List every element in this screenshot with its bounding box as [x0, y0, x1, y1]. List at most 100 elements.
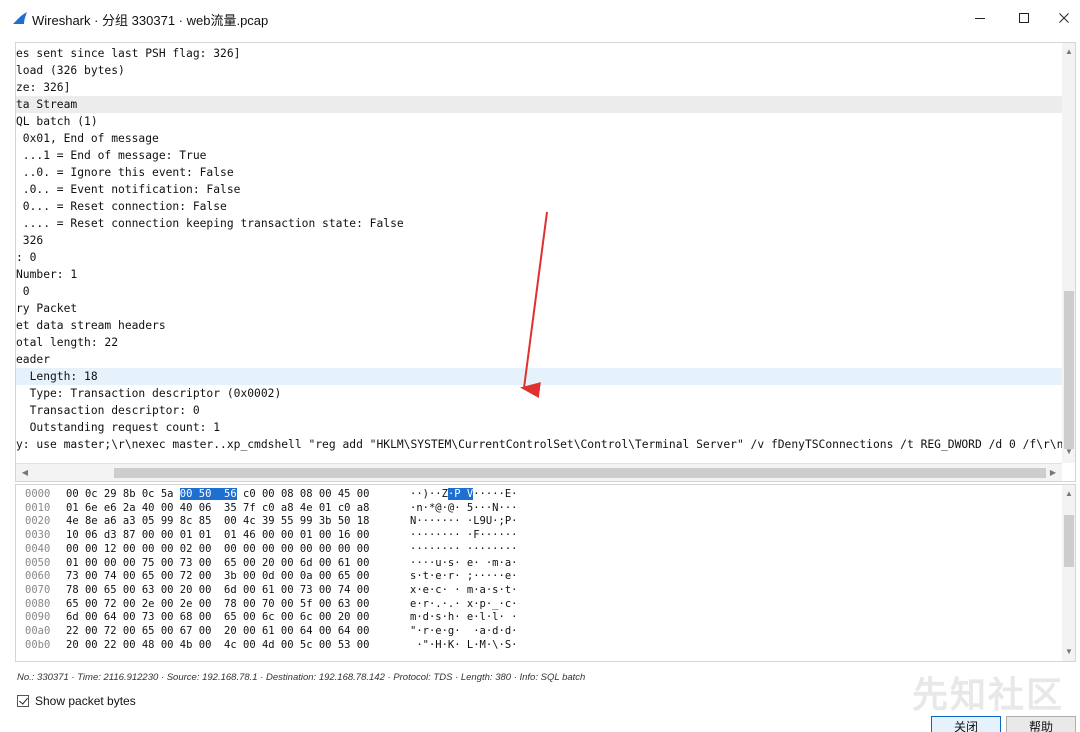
scroll-down-icon[interactable]: ▼	[1062, 445, 1075, 459]
scroll-left-icon[interactable]: ◀	[18, 466, 32, 480]
detail-tree-item[interactable]: Transaction descriptor: 0	[16, 402, 1062, 419]
show-packet-bytes-checkbox[interactable]	[17, 695, 29, 707]
bytes-ascii[interactable]: "·r·e·g· ·a·d·d·	[410, 625, 517, 639]
hex-bytes[interactable]: 20 00 22 00 48 00 4b 00 4c 00 4d 00 5c 0…	[66, 639, 369, 651]
hex-bytes[interactable]: 4e 8e a6 a3 05 99 8c 85 00 4c 39 55 99 3…	[66, 515, 369, 527]
bytes-ascii[interactable]: ····u·s· e· ·m·a·	[410, 557, 517, 571]
bytes-ascii[interactable]: N······· ·L9U·;P·	[410, 515, 517, 529]
bytes-row[interactable]: 00a0 22 00 72 00 65 00 67 00 20 00 61 00 …	[16, 625, 1062, 639]
detail-tree-item[interactable]: ta Stream	[16, 96, 1062, 113]
detail-tree-item[interactable]: ry Packet	[16, 300, 1062, 317]
details-vertical-scroll-thumb[interactable]	[1064, 291, 1074, 449]
detail-tree-item[interactable]: y: use master;\r\nexec master..xp_cmdshe…	[16, 436, 1062, 453]
hex-bytes[interactable]: 6d 00 64 00 73 00 68 00 65 00 6c 00 6c 0…	[66, 611, 369, 623]
bytes-hex[interactable]: 22 00 72 00 65 00 67 00 20 00 61 00 64 0…	[66, 625, 369, 639]
ascii-bytes[interactable]: "·r·e·g· ·a·d·d·	[410, 625, 517, 637]
ascii-bytes[interactable]: ····u·s· e· ·m·a·	[410, 557, 517, 569]
detail-tree-item[interactable]: otal length: 22	[16, 334, 1062, 351]
detail-tree-item[interactable]: : 0	[16, 249, 1062, 266]
bytes-ascii[interactable]: ··)··Z·P V·····E·	[410, 488, 518, 502]
bytes-hex[interactable]: 00 00 12 00 00 00 02 00 00 00 00 00 00 0…	[66, 543, 369, 557]
hex-bytes[interactable]: 78 00 65 00 63 00 20 00 6d 00 61 00 73 0…	[66, 584, 369, 596]
hex-bytes[interactable]: 22 00 72 00 65 00 67 00 20 00 61 00 64 0…	[66, 625, 369, 637]
bytes-hex[interactable]: 78 00 65 00 63 00 20 00 6d 00 61 00 73 0…	[66, 584, 369, 598]
bytes-row[interactable]: 0020 4e 8e a6 a3 05 99 8c 85 00 4c 39 55 …	[16, 515, 1062, 529]
bytes-ascii[interactable]: ·"·H·K· L·M·\·S·	[410, 639, 517, 653]
bytes-hex[interactable]: 6d 00 64 00 73 00 68 00 65 00 6c 00 6c 0…	[66, 611, 369, 625]
detail-tree-item[interactable]: ...1 = End of message: True	[16, 147, 1062, 164]
detail-tree-item[interactable]: load (326 bytes)	[16, 62, 1062, 79]
detail-tree-item[interactable]: Type: Transaction descriptor (0x0002)	[16, 385, 1062, 402]
packet-details-tree[interactable]: es sent since last PSH flag: 326] load (3…	[16, 43, 1062, 463]
ascii-bytes[interactable]: e·r·.·.· x·p·_·c·	[410, 598, 517, 610]
ascii-bytes[interactable]: ·····E·	[473, 488, 517, 500]
detail-tree-item[interactable]: et data stream headers	[16, 317, 1062, 334]
detail-tree-item[interactable]: 0	[16, 283, 1062, 300]
bytes-hex[interactable]: 10 06 d3 87 00 00 01 01 01 46 00 00 01 0…	[66, 529, 369, 543]
selected-ascii-bytes[interactable]: ·P V	[447, 488, 474, 500]
bytes-hex[interactable]: 4e 8e a6 a3 05 99 8c 85 00 4c 39 55 99 3…	[66, 515, 369, 529]
bytes-row[interactable]: 0010 01 6e e6 2a 40 00 40 06 35 7f c0 a8 …	[16, 502, 1062, 516]
close-window-button[interactable]	[1046, 6, 1080, 30]
bytes-row[interactable]: 0060 73 00 74 00 65 00 72 00 3b 00 0d 00 …	[16, 570, 1062, 584]
detail-tree-item[interactable]: es sent since last PSH flag: 326]	[16, 45, 1062, 62]
scroll-up-icon[interactable]: ▲	[1062, 45, 1075, 59]
minimize-button[interactable]	[962, 6, 998, 30]
hex-bytes[interactable]: 01 6e e6 2a 40 00 40 06 35 7f c0 a8 4e 0…	[66, 502, 369, 514]
bytes-row[interactable]: 00b0 20 00 22 00 48 00 4b 00 4c 00 4d 00 …	[16, 639, 1062, 653]
bytes-scroll-down-icon[interactable]: ▼	[1062, 645, 1075, 659]
ascii-bytes[interactable]: x·e·c· · m·a·s·t·	[410, 584, 517, 596]
ascii-bytes[interactable]: ········ ········	[410, 543, 517, 555]
detail-tree-item[interactable]: ..0. = Ignore this event: False	[16, 164, 1062, 181]
ascii-bytes[interactable]: s·t·e·r· ;·····e·	[410, 570, 517, 582]
hex-bytes[interactable]: 10 06 d3 87 00 00 01 01 01 46 00 00 01 0…	[66, 529, 369, 541]
bytes-scroll-up-icon[interactable]: ▲	[1062, 487, 1075, 501]
detail-tree-item[interactable]: QL batch (1)	[16, 113, 1062, 130]
ascii-bytes[interactable]: ··)··Z	[410, 488, 448, 500]
help-button[interactable]: 帮助	[1006, 716, 1076, 732]
bytes-hex[interactable]: 20 00 22 00 48 00 4b 00 4c 00 4d 00 5c 0…	[66, 639, 369, 653]
ascii-bytes[interactable]: m·d·s·h· e·l·l· ·	[410, 611, 517, 623]
bytes-hex[interactable]: 00 0c 29 8b 0c 5a 00 50 56 c0 00 08 08 0…	[66, 488, 369, 502]
bytes-ascii[interactable]: m·d·s·h· e·l·l· ·	[410, 611, 517, 625]
bytes-hex[interactable]: 01 6e e6 2a 40 00 40 06 35 7f c0 a8 4e 0…	[66, 502, 369, 516]
hex-bytes[interactable]: 00 00 12 00 00 00 02 00 00 00 00 00 00 0…	[66, 543, 369, 555]
details-horizontal-scroll-thumb[interactable]	[114, 468, 1046, 478]
maximize-button[interactable]	[1006, 6, 1042, 30]
bytes-row[interactable]: 0030 10 06 d3 87 00 00 01 01 01 46 00 00 …	[16, 529, 1062, 543]
bytes-hex[interactable]: 73 00 74 00 65 00 72 00 3b 00 0d 00 0a 0…	[66, 570, 369, 584]
hex-bytes[interactable]: c0 00 08 08 00 45 00	[237, 488, 369, 500]
detail-tree-item[interactable]: .... = Reset connection keeping transact…	[16, 215, 1062, 232]
detail-tree-item[interactable]: .0.. = Event notification: False	[16, 181, 1062, 198]
bytes-row[interactable]: 0050 01 00 00 00 75 00 73 00 65 00 20 00 …	[16, 557, 1062, 571]
bytes-row[interactable]: 0000 00 0c 29 8b 0c 5a 00 50 56 c0 00 08 …	[16, 488, 1062, 502]
bytes-row[interactable]: 0070 78 00 65 00 63 00 20 00 6d 00 61 00 …	[16, 584, 1062, 598]
bytes-row[interactable]: 0090 6d 00 64 00 73 00 68 00 65 00 6c 00 …	[16, 611, 1062, 625]
ascii-bytes[interactable]: ·n·*@·@· 5···N···	[410, 502, 517, 514]
bytes-ascii[interactable]: ·n·*@·@· 5···N···	[410, 502, 517, 516]
detail-tree-item[interactable]: 326	[16, 232, 1062, 249]
packet-details-pane[interactable]: es sent since last PSH flag: 326] load (3…	[15, 42, 1076, 482]
bytes-vertical-scrollbar[interactable]: ▲ ▼	[1062, 485, 1075, 661]
detail-tree-item[interactable]: ze: 326]	[16, 79, 1062, 96]
selected-hex-bytes[interactable]: 00 50 56	[179, 488, 237, 500]
bytes-ascii[interactable]: ········ ·F······	[410, 529, 517, 543]
ascii-bytes[interactable]: ········ ·F······	[410, 529, 517, 541]
bytes-vertical-scroll-thumb[interactable]	[1064, 515, 1074, 567]
bytes-hex[interactable]: 65 00 72 00 2e 00 2e 00 78 00 70 00 5f 0…	[66, 598, 369, 612]
detail-tree-item[interactable]: Length: 18	[16, 368, 1062, 385]
hex-bytes[interactable]: 01 00 00 00 75 00 73 00 65 00 20 00 6d 0…	[66, 557, 369, 569]
bytes-ascii[interactable]: e·r·.·.· x·p·_·c·	[410, 598, 517, 612]
bytes-row[interactable]: 0040 00 00 12 00 00 00 02 00 00 00 00 00 …	[16, 543, 1062, 557]
ascii-bytes[interactable]: N······· ·L9U·;P·	[410, 515, 517, 527]
details-vertical-scrollbar[interactable]: ▲ ▼	[1062, 43, 1075, 463]
details-horizontal-scrollbar[interactable]: ◀ ▶	[16, 463, 1062, 481]
bytes-ascii[interactable]: ········ ········	[410, 543, 517, 557]
close-button[interactable]: 关闭	[931, 716, 1001, 732]
packet-bytes-pane[interactable]: 0000 00 0c 29 8b 0c 5a 00 50 56 c0 00 08 …	[15, 484, 1076, 662]
hex-bytes[interactable]: 00 0c 29 8b 0c 5a	[66, 488, 180, 500]
detail-tree-item[interactable]: Number: 1	[16, 266, 1062, 283]
hex-bytes[interactable]: 73 00 74 00 65 00 72 00 3b 00 0d 00 0a 0…	[66, 570, 369, 582]
detail-tree-item[interactable]: eader	[16, 351, 1062, 368]
detail-tree-item[interactable]: 0... = Reset connection: False	[16, 198, 1062, 215]
